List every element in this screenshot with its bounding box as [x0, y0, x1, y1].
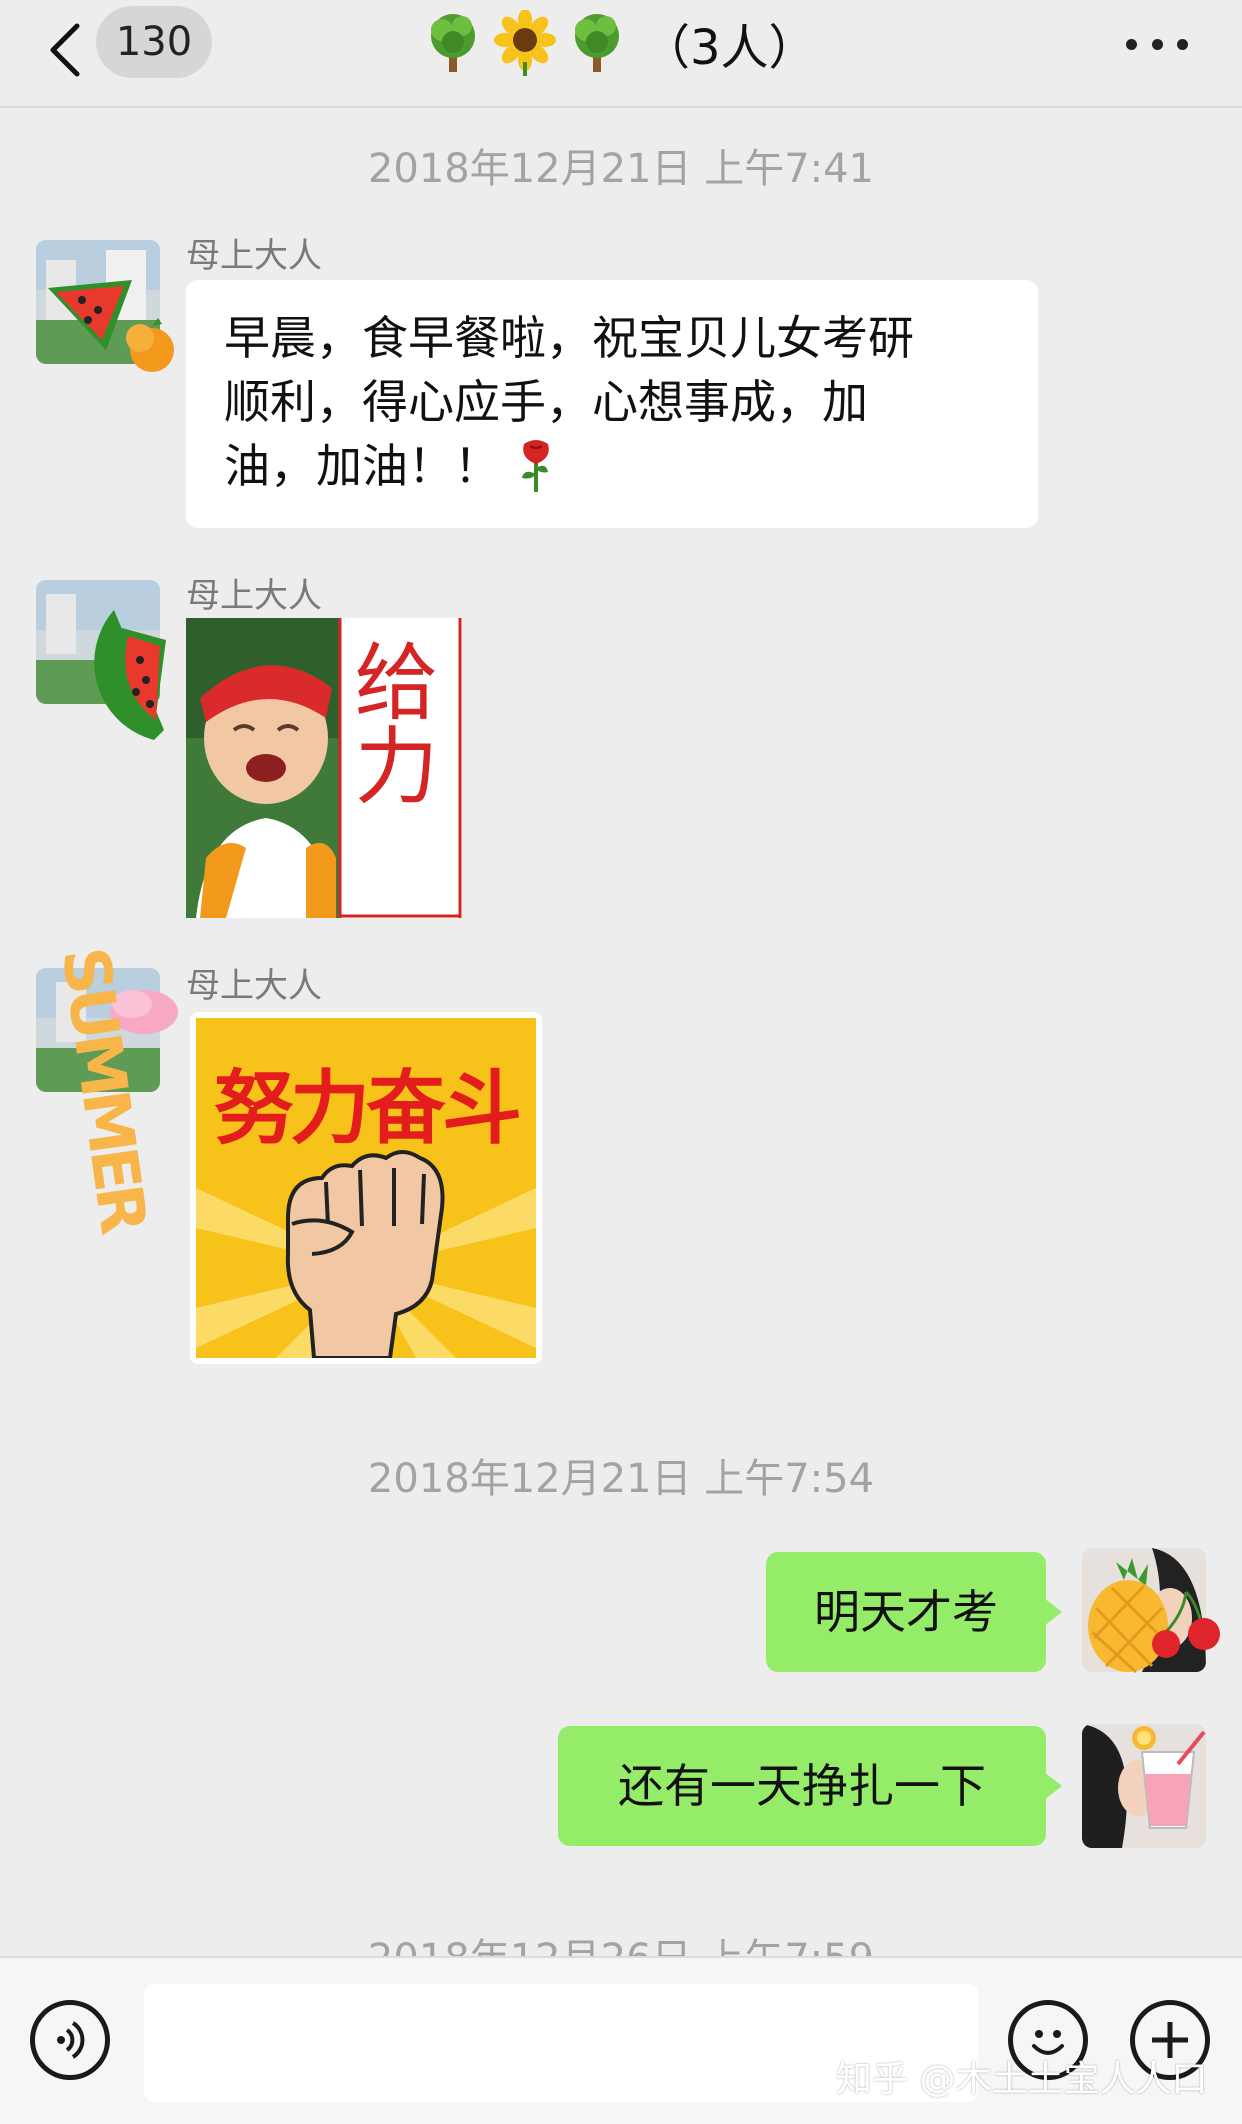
chevron-left-icon [50, 23, 80, 77]
avatar-photo [36, 580, 166, 740]
avatar-photo [1082, 1548, 1220, 1674]
sender-name: 母上大人 [186, 576, 322, 616]
chat-title: （3人） [420, 8, 817, 78]
unread-count-badge[interactable]: 130 [96, 6, 212, 78]
sender-name: 母上大人 [186, 236, 322, 276]
back-button[interactable] [40, 18, 88, 82]
sticker-image-nulifendou[interactable]: 努力奋斗 [190, 1012, 542, 1364]
tree-emoji-icon [575, 14, 619, 72]
my-avatar[interactable] [1082, 1724, 1206, 1848]
voice-icon [57, 2021, 85, 2059]
more-options-button[interactable] [1126, 24, 1188, 64]
message-timestamp: 2018年12月21日 上午7:54 [367, 1456, 875, 1502]
avatar-photo [1082, 1724, 1206, 1848]
sender-avatar[interactable]: SUMMER [36, 943, 178, 1233]
outgoing-message-bubble[interactable]: 明天才考 [766, 1552, 1062, 1672]
incoming-message-bubble[interactable]: 早晨，食早餐啦，祝宝贝儿女考研 顺利，得心应手，心想事成，加 油，加油！！ [186, 280, 1038, 528]
message-text-line: 早晨，食早餐啦，祝宝贝儿女考研 [224, 311, 914, 365]
message-text-line: 油，加油！！ [224, 439, 500, 493]
sticker-caption: 给力 [341, 638, 439, 806]
rose-emoji-icon [522, 440, 549, 492]
chat-header: 130 （3人） [0, 0, 1242, 108]
sunflower-emoji-icon [494, 10, 556, 76]
my-avatar[interactable] [1082, 1548, 1220, 1674]
outgoing-message-bubble[interactable]: 还有一天挣扎一下 [558, 1726, 1062, 1846]
tree-emoji-icon [431, 14, 475, 72]
message-text: 明天才考 [814, 1585, 998, 1639]
message-text: 还有一天挣扎一下 [618, 1759, 986, 1813]
sender-avatar[interactable] [36, 240, 174, 372]
avatar-photo [36, 240, 174, 372]
sender-name: 母上大人 [186, 966, 322, 1006]
dot-icon [1177, 38, 1188, 50]
message-timestamp: 2018年12月21日 上午7:41 [367, 146, 875, 192]
sticker-image-geili[interactable]: 给力 [186, 618, 462, 918]
dot-icon [1126, 38, 1137, 50]
message-text-line: 顺利，得心应手，心想事成，加 [224, 375, 868, 429]
member-count: （3人） [642, 20, 817, 76]
sender-avatar[interactable] [36, 580, 166, 740]
voice-input-button[interactable] [30, 2000, 110, 2080]
dot-icon [1151, 38, 1163, 50]
source-watermark: 知乎 @木土土宝人人口 [836, 2059, 1208, 2100]
sticker-caption: 努力奋斗 [214, 1062, 522, 1155]
